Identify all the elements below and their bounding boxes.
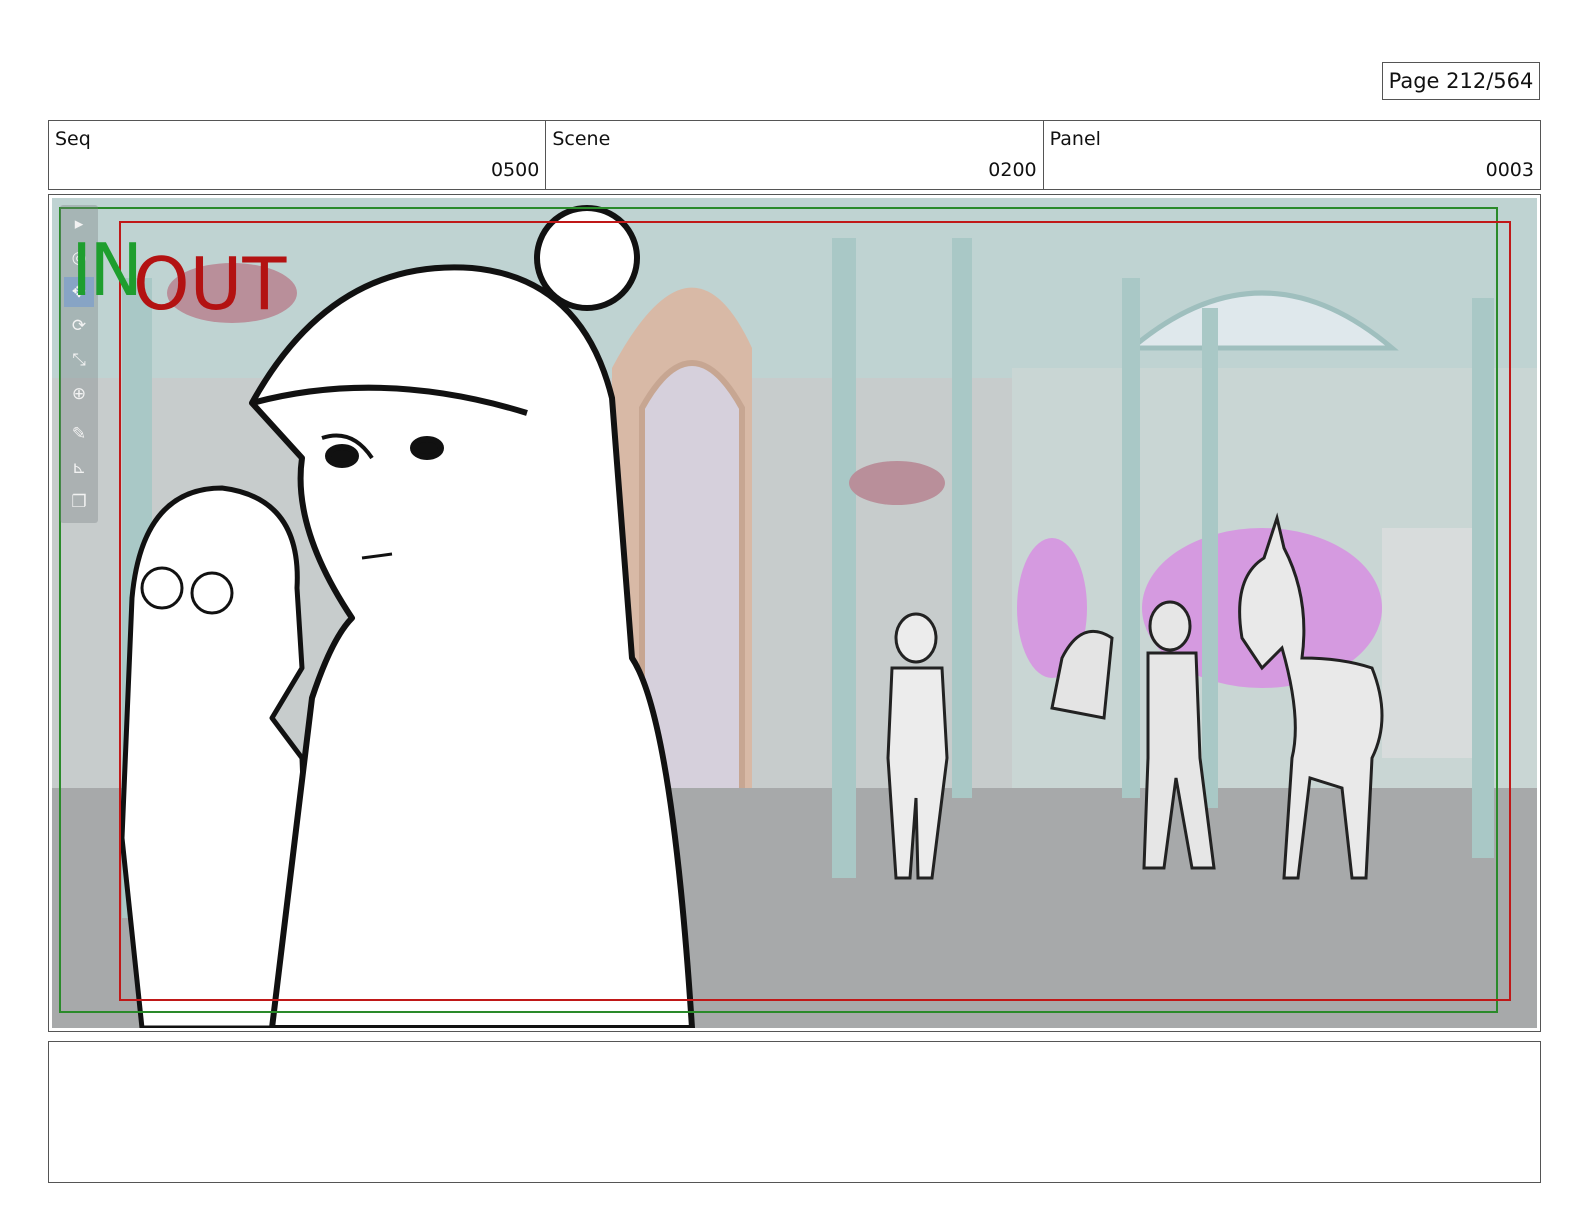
storyboard-panel[interactable]: ▸ ◎ ✥ ⟳ ⤡ ⊕ ✎ ⊾ ❐ IN OUT — [48, 194, 1541, 1032]
brush-icon[interactable]: ✎ — [64, 419, 94, 449]
scene-value: 0200 — [988, 159, 1037, 181]
scene-label: Scene — [552, 128, 611, 150]
pivot-icon[interactable]: ⊕ — [64, 379, 94, 409]
in-marker: IN — [71, 228, 143, 312]
rotate-icon[interactable]: ⟳ — [64, 311, 94, 341]
scene-cell: Scene 0200 — [546, 121, 1044, 189]
background-hanging-planter — [849, 461, 945, 505]
out-marker: OUT — [133, 242, 287, 326]
ruler-icon[interactable]: ⊾ — [64, 453, 94, 483]
background-fountain — [1382, 528, 1472, 758]
panel-cell: Panel 0003 — [1044, 121, 1540, 189]
in-out-markers: IN OUT — [71, 225, 331, 326]
panel-notes[interactable] — [48, 1041, 1541, 1183]
seq-label: Seq — [55, 128, 91, 150]
seq-value: 0500 — [490, 159, 540, 181]
layer-icon[interactable]: ❐ — [64, 487, 94, 517]
panel-value: 0003 — [1485, 159, 1534, 181]
panel-header: Seq 0500 Scene 0200 Panel 0003 — [48, 120, 1541, 190]
scale-icon[interactable]: ⤡ — [64, 345, 94, 375]
panel-label: Panel — [1049, 128, 1101, 150]
seq-cell: Seq 0500 — [49, 121, 547, 189]
page-number: Page 212/564 — [1382, 62, 1540, 100]
